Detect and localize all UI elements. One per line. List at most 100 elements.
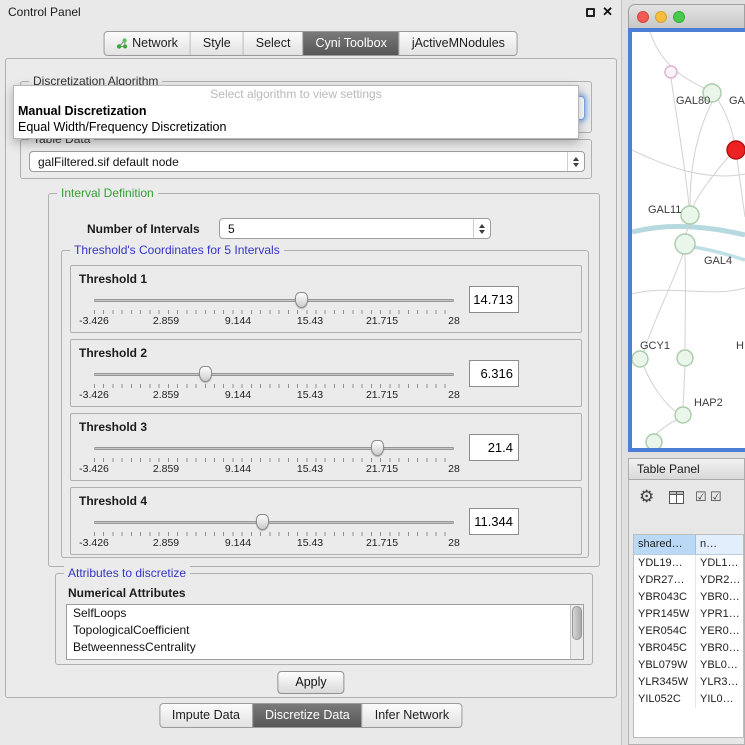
table-row[interactable]: YDR27…YDR2… — [634, 572, 743, 589]
slider-thumb[interactable] — [256, 514, 269, 530]
table-data-group: Table Data galFiltered.sif default node — [20, 139, 592, 179]
network-svg[interactable]: GAL80GAGAL11GAL4GCY1HHAP2 — [632, 32, 745, 448]
tab-label: Cyni Toolbox — [315, 36, 386, 50]
cell: YLR3… — [696, 674, 743, 691]
slider-track[interactable] — [94, 373, 454, 376]
checkbox-icon[interactable]: ☑ — [695, 490, 707, 503]
tab-label: Select — [256, 36, 291, 50]
threshold-value-field[interactable]: 21.4 — [469, 434, 519, 461]
cell: YDR27… — [634, 572, 696, 589]
network-node[interactable] — [646, 434, 662, 448]
minimize-traffic-light-icon[interactable] — [655, 11, 667, 23]
network-node-label: GA — [729, 95, 745, 107]
scale-label: 15.43 — [297, 315, 323, 327]
table-panel-titlebar[interactable]: Table Panel — [628, 458, 745, 480]
network-node-selected[interactable] — [727, 141, 745, 159]
group-title: Threshold's Coordinates for 5 Intervals — [70, 243, 284, 257]
table-header: shared… n… — [634, 535, 743, 555]
combo-stepper-icon[interactable] — [473, 219, 490, 238]
tab-impute-data[interactable]: Impute Data — [160, 704, 252, 727]
bottom-tab-bar: Impute Data Discretize Data Infer Networ… — [159, 703, 462, 728]
dropdown-item-manual-discretization[interactable]: Manual Discretization — [14, 103, 578, 119]
tab-network[interactable]: Network — [104, 32, 190, 55]
network-node-label: GCY1 — [640, 340, 670, 352]
threshold-value-field[interactable]: 11.344 — [469, 508, 519, 535]
scale-label: 21.715 — [366, 389, 398, 401]
scale-label: -3.426 — [79, 315, 109, 327]
threshold-value-field[interactable]: 6.316 — [469, 360, 519, 387]
zoom-traffic-light-icon[interactable] — [673, 11, 685, 23]
table-row[interactable]: YBR043CYBR0… — [634, 589, 743, 606]
network-node[interactable] — [665, 66, 677, 78]
slider-thumb[interactable] — [371, 440, 384, 456]
table-row[interactable]: YPR145WYPR1… — [634, 606, 743, 623]
network-node[interactable] — [677, 350, 693, 366]
tab-jactivemnodules[interactable]: jActiveMNodules — [399, 32, 517, 55]
list-item[interactable]: BetweennessCentrality — [67, 639, 583, 656]
close-traffic-light-icon[interactable] — [637, 11, 649, 23]
table-row[interactable]: YBR045CYBR0… — [634, 640, 743, 657]
thresholds-group: Threshold's Coordinates for 5 Intervals … — [61, 250, 589, 558]
scrollbar-thumb[interactable] — [572, 606, 582, 640]
threshold-slider[interactable]: -3.426 2.859 9.144 15.43 21.715 28 — [94, 438, 454, 476]
slider-track[interactable] — [94, 447, 454, 450]
threshold-value-field[interactable]: 14.713 — [469, 286, 519, 313]
table-row[interactable]: YBL079WYBL0… — [634, 657, 743, 674]
table-row[interactable]: YIL052CYIL0… — [634, 691, 743, 708]
threshold-slider[interactable]: -3.426 2.859 9.144 15.43 21.715 28 — [94, 290, 454, 328]
gear-icon[interactable]: ⚙ — [639, 488, 654, 505]
close-icon[interactable]: ✕ — [602, 4, 613, 20]
scale-label: 28 — [448, 463, 460, 475]
float-window-icon[interactable] — [586, 8, 595, 17]
tab-style[interactable]: Style — [190, 32, 243, 55]
network-view-frame: GAL80GAGAL11GAL4GCY1HHAP2 — [628, 28, 745, 452]
window-title: Control Panel — [8, 5, 81, 19]
network-node[interactable] — [675, 234, 695, 254]
tab-cyni-toolbox[interactable]: Cyni Toolbox — [302, 32, 398, 55]
network-node[interactable] — [675, 407, 691, 423]
apply-button[interactable]: Apply — [277, 671, 344, 694]
network-tab-icon — [116, 38, 127, 49]
number-of-intervals-combobox[interactable]: 5 — [219, 218, 491, 239]
tab-infer-network[interactable]: Infer Network — [362, 704, 461, 727]
threshold-slider[interactable]: -3.426 2.859 9.144 15.43 21.715 28 — [94, 364, 454, 402]
network-edge — [690, 102, 712, 206]
slider-track[interactable] — [94, 299, 454, 302]
table-row[interactable]: YER054CYER0… — [634, 623, 743, 640]
network-node[interactable] — [681, 206, 699, 224]
network-node[interactable] — [632, 351, 648, 367]
table-row[interactable]: YLR345WYLR3… — [634, 674, 743, 691]
columns-icon[interactable] — [669, 491, 684, 504]
table-data-combobox[interactable]: galFiltered.sif default node — [29, 151, 585, 172]
cell: YDR2… — [696, 572, 743, 589]
list-item[interactable]: TopologicalCoefficient — [67, 622, 583, 639]
network-window-titlebar[interactable] — [628, 4, 745, 28]
slider-track[interactable] — [94, 521, 454, 524]
cell: YPR145W — [634, 606, 696, 623]
column-header-name[interactable]: n… — [696, 535, 743, 554]
list-item[interactable]: SelfLoops — [67, 605, 583, 622]
scale-label: 9.144 — [225, 537, 251, 549]
slider-thumb[interactable] — [199, 366, 212, 382]
tab-discretize-data[interactable]: Discretize Data — [252, 704, 362, 727]
cyni-toolbox-panel: Discretization Algorithm Select algorith… — [5, 58, 617, 698]
combo-stepper-icon[interactable] — [567, 152, 584, 171]
network-node-label: GAL4 — [704, 255, 732, 267]
threshold-label: Threshold 2 — [79, 346, 147, 360]
dropdown-item-equal-width-frequency[interactable]: Equal Width/Frequency Discretization — [14, 119, 578, 135]
scale-label: -3.426 — [79, 463, 109, 475]
network-edge — [693, 156, 729, 207]
cell: YLR345W — [634, 674, 696, 691]
slider-thumb[interactable] — [295, 292, 308, 308]
network-node-label: GAL11 — [648, 204, 681, 216]
cell: YBL079W — [634, 657, 696, 674]
table-row[interactable]: YDL19…YDL1… — [634, 555, 743, 572]
column-header-shared-name[interactable]: shared… — [634, 535, 696, 554]
scrollbar[interactable] — [570, 605, 583, 659]
number-of-intervals-label: Number of Intervals — [87, 222, 200, 236]
cell: YBR0… — [696, 589, 743, 606]
tab-select[interactable]: Select — [243, 32, 303, 55]
attributes-group: Attributes to discretize Numerical Attri… — [55, 573, 593, 665]
threshold-slider[interactable]: -3.426 2.859 9.144 15.43 21.715 28 — [94, 512, 454, 550]
checkbox-icon[interactable]: ☑ — [710, 490, 722, 503]
